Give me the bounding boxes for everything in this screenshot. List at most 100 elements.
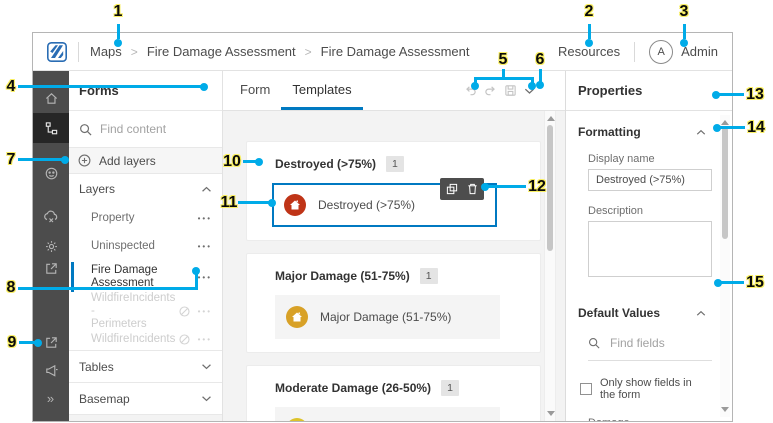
template-item-major-damage[interactable]: Major Damage (51-75%) xyxy=(275,295,500,339)
duplicate-icon[interactable] xyxy=(446,183,458,195)
share-map-icon[interactable] xyxy=(33,254,69,282)
no-editing-icon xyxy=(179,305,190,317)
basemap-section-header[interactable]: Basemap xyxy=(69,382,222,414)
find-content-input[interactable] xyxy=(100,122,200,136)
user-menu[interactable]: Admin xyxy=(681,44,718,59)
callout-12: 12 xyxy=(528,178,546,195)
callout-8: 8 xyxy=(6,279,16,296)
callout-7: 7 xyxy=(6,151,16,168)
find-content-search[interactable] xyxy=(69,111,222,148)
header-divider xyxy=(634,41,636,62)
forms-tool-icon[interactable] xyxy=(33,113,69,143)
properties-panel: Properties Formatting Display name Descr… xyxy=(565,71,732,421)
template-group-major-damage: Major Damage (51-75%) 1 Major Damage (51… xyxy=(246,253,541,353)
callout-14: 14 xyxy=(747,119,765,136)
chevron-up-icon[interactable] xyxy=(696,310,706,317)
template-count-badge: 1 xyxy=(386,156,404,172)
search-icon xyxy=(80,123,92,135)
callout-9: 9 xyxy=(7,334,17,351)
scrollbar-thumb[interactable] xyxy=(722,127,728,239)
group-title: Destroyed (>75%) xyxy=(275,157,377,171)
callout-1: 1 xyxy=(113,3,123,20)
template-count-badge: 1 xyxy=(419,268,438,284)
template-hover-toolbar xyxy=(440,178,484,200)
layer-options-menu[interactable]: ••• xyxy=(198,335,212,344)
chevron-down-icon[interactable] xyxy=(201,395,212,402)
scroll-up-arrow[interactable] xyxy=(547,116,555,121)
breadcrumb-form-name: Fire Damage Assessment xyxy=(320,44,470,59)
destroyed-symbol-icon xyxy=(284,194,306,216)
no-editing-icon xyxy=(179,333,190,345)
only-show-fields-checkbox-row[interactable]: Only show fields in the form xyxy=(580,377,706,401)
callout-11: 11 xyxy=(220,194,238,211)
search-icon xyxy=(588,337,600,349)
default-values-section-header[interactable]: Default Values xyxy=(578,306,706,320)
callout-4: 4 xyxy=(6,78,16,95)
callout-13: 13 xyxy=(746,86,764,103)
chevron-up-icon[interactable] xyxy=(696,129,706,136)
callout-10: 10 xyxy=(223,153,241,170)
display-name-label: Display name xyxy=(588,153,655,165)
layer-options-menu[interactable]: ••• xyxy=(198,307,212,316)
formatting-section-header[interactable]: Formatting xyxy=(578,125,706,139)
app-sidebar: » xyxy=(33,71,69,421)
breadcrumb: Maps > Fire Damage Assessment > Fire Dam… xyxy=(90,44,470,59)
damage-field-label: Damage xyxy=(588,417,706,421)
callout-3: 3 xyxy=(679,3,689,20)
expand-sidebar-icon[interactable]: » xyxy=(33,384,69,412)
home-icon[interactable] xyxy=(33,84,69,112)
major-damage-symbol-icon xyxy=(286,306,308,328)
description-label: Description xyxy=(588,205,644,217)
layer-row-wildfire-perimeters[interactable]: WildfireIncidents - Perimeters ••• xyxy=(69,292,222,330)
template-group-moderate-damage: Moderate Damage (26-50%) 1 Moderate Dama… xyxy=(246,365,541,421)
top-bar: Maps > Fire Damage Assessment > Fire Dam… xyxy=(33,33,732,71)
template-list: Destroyed (>75%) 1 Destroyed (>75%) Majo… xyxy=(223,111,543,421)
properties-title: Properties xyxy=(566,71,732,111)
add-layers-button[interactable]: Add layers xyxy=(69,148,222,174)
scroll-down-arrow[interactable] xyxy=(721,407,729,412)
find-fields-input[interactable] xyxy=(610,336,700,350)
tab-templates[interactable]: Templates xyxy=(281,71,363,110)
delete-trash-icon[interactable] xyxy=(467,183,478,195)
layer-options-menu[interactable]: ••• xyxy=(198,242,212,251)
layer-row-property[interactable]: Property ••• xyxy=(69,204,222,232)
offline-cloud-icon[interactable] xyxy=(33,202,69,230)
template-list-scrollbar[interactable] xyxy=(544,111,556,421)
template-item-moderate-damage[interactable]: Moderate Damage (26-50%) xyxy=(275,407,500,421)
properties-scrollbar[interactable] xyxy=(720,115,730,417)
moderate-damage-symbol-icon xyxy=(286,418,308,421)
redo-icon[interactable] xyxy=(484,84,497,97)
avatar[interactable]: A xyxy=(649,39,674,64)
template-editor: Form Templates Destroyed (>75%) 1 Destro… xyxy=(223,71,565,421)
display-name-input[interactable] xyxy=(588,169,712,191)
group-title: Moderate Damage (26-50%) xyxy=(275,381,432,395)
layer-options-menu[interactable]: ••• xyxy=(198,273,212,282)
tab-form[interactable]: Form xyxy=(229,71,281,110)
layers-section-header[interactable]: Layers xyxy=(69,174,222,204)
chevron-up-icon[interactable] xyxy=(201,186,212,193)
callout-2: 2 xyxy=(584,3,594,20)
group-title: Major Damage (51-75%) xyxy=(275,269,410,283)
checkbox-unchecked[interactable] xyxy=(580,383,592,395)
template-group-destroyed: Destroyed (>75%) 1 Destroyed (>75%) xyxy=(246,141,541,241)
forms-panel-title: Forms xyxy=(69,71,222,111)
layer-row-wildfire-incidents[interactable]: WildfireIncidents ••• xyxy=(69,328,222,350)
plus-circle-icon xyxy=(78,154,91,167)
layer-options-menu[interactable]: ••• xyxy=(198,214,212,223)
callout-15: 15 xyxy=(746,274,764,291)
find-fields-search[interactable] xyxy=(588,336,712,361)
forms-panel-filler xyxy=(69,414,222,421)
breadcrumb-map-name[interactable]: Fire Damage Assessment xyxy=(147,44,296,59)
layer-row-uninspected[interactable]: Uninspected ••• xyxy=(69,232,222,260)
tables-section-header[interactable]: Tables xyxy=(69,350,222,382)
save-icon[interactable] xyxy=(504,84,517,97)
description-textarea[interactable] xyxy=(588,221,712,277)
chevron-down-icon[interactable] xyxy=(201,363,212,370)
callout-6: 6 xyxy=(535,51,545,68)
template-count-badge: 1 xyxy=(441,380,459,396)
feedback-megaphone-icon[interactable] xyxy=(33,356,69,384)
field-maps-logo-icon[interactable] xyxy=(47,41,67,62)
screenshot-page: Maps > Fire Damage Assessment > Fire Dam… xyxy=(0,0,773,423)
scroll-up-arrow[interactable] xyxy=(721,120,729,125)
scroll-down-arrow[interactable] xyxy=(547,411,555,416)
